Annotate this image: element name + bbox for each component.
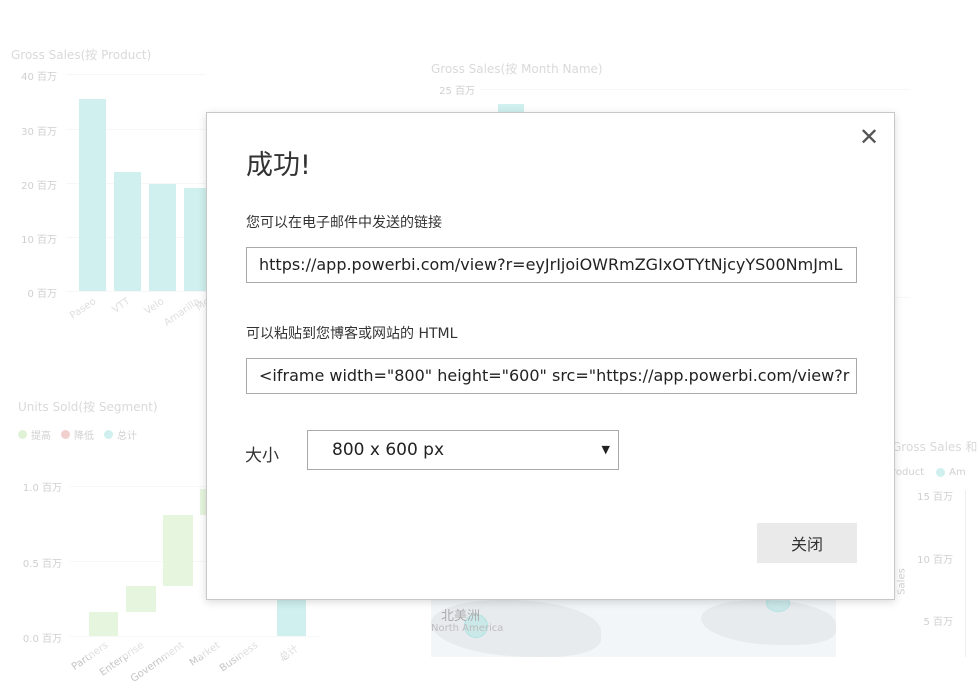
share-link-field[interactable]: https://app.powerbi.com/view?r=eyJrIjoiO… — [246, 247, 857, 283]
close-icon[interactable]: ✕ — [857, 125, 881, 149]
dialog-title: 成功! — [246, 150, 311, 181]
size-label: 大小 — [245, 446, 279, 466]
embed-html-label: 可以粘贴到您博客或网站的 HTML — [246, 326, 458, 342]
size-select-value: 800 x 600 px — [332, 440, 445, 460]
share-success-dialog: ✕ 成功! 您可以在电子邮件中发送的链接 https://app.powerbi… — [206, 112, 895, 600]
email-link-label: 您可以在电子邮件中发送的链接 — [246, 215, 442, 231]
close-button[interactable]: 关闭 — [757, 523, 857, 563]
embed-code-field[interactable]: <iframe width="800" height="600" src="ht… — [246, 358, 857, 394]
chevron-down-icon: ▼ — [601, 443, 610, 456]
size-select[interactable]: 800 x 600 px ▼ — [307, 430, 619, 470]
